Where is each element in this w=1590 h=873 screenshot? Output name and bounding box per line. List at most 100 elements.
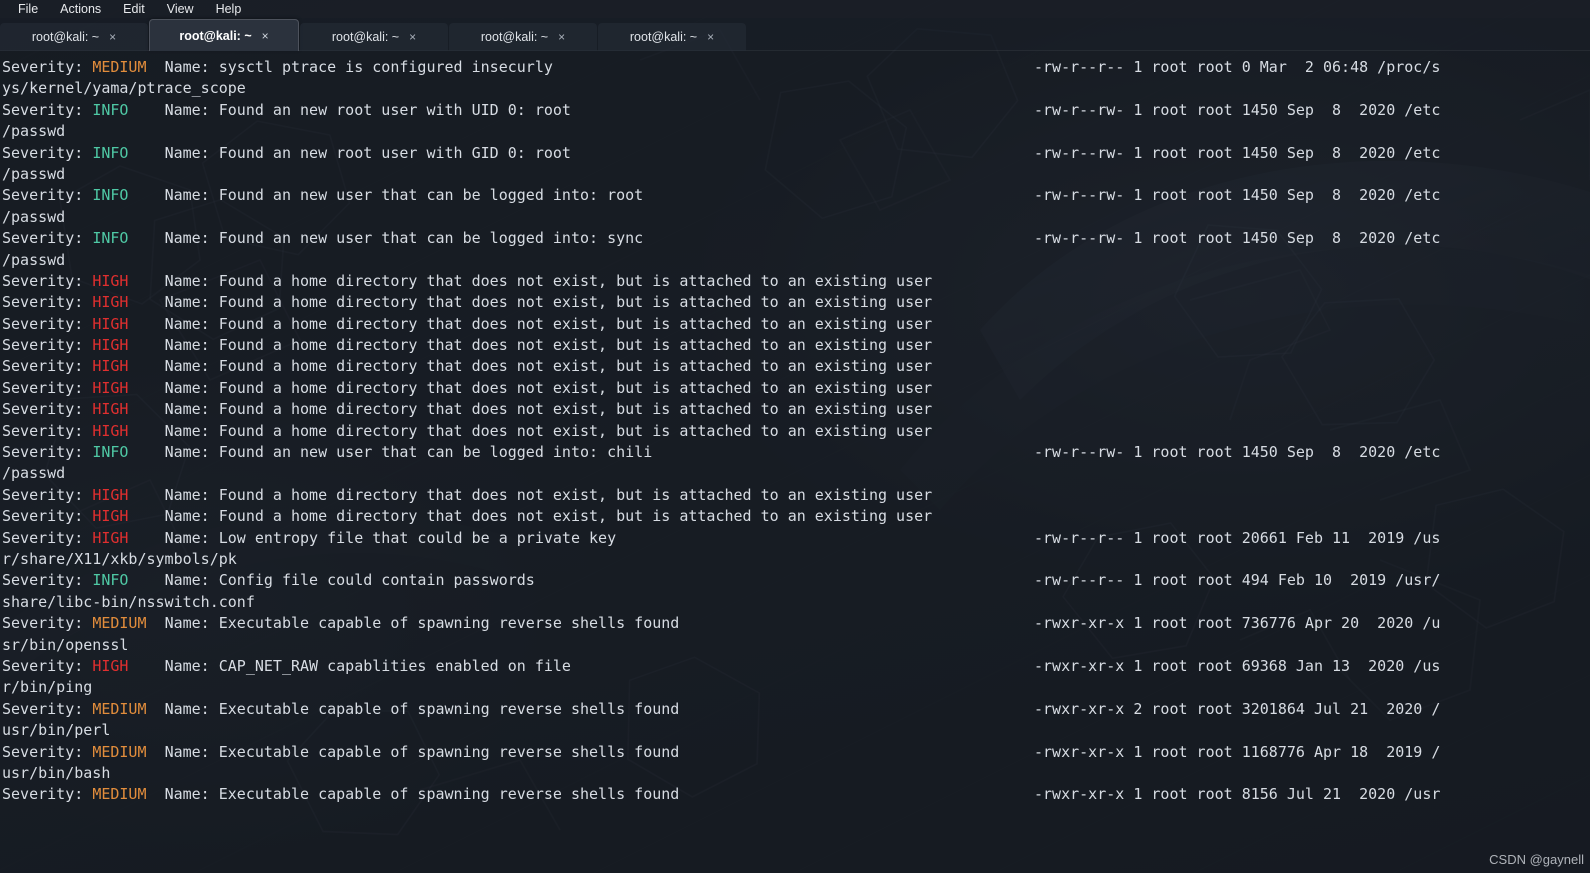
finding-name: Found an new user that can be logged int… (218, 186, 644, 205)
severity-value: HIGH (92, 656, 129, 675)
tab-label: root@kali: ~ (179, 28, 252, 43)
close-icon[interactable]: × (109, 31, 116, 43)
close-icon[interactable]: × (262, 30, 269, 42)
terminal-output[interactable]: Severity: MEDIUM Name: sysctl ptrace is … (0, 51, 1590, 873)
severity-value: INFO (92, 186, 129, 205)
finding-name: Found a home directory that does not exi… (218, 336, 933, 355)
name-label: Name: (164, 400, 219, 419)
terminal-line-finding: Severity: MEDIUM Name: sysctl ptrace is … (2, 57, 1590, 78)
severity-value: HIGH (92, 271, 129, 290)
severity-value: HIGH (92, 336, 129, 355)
severity-padding (128, 186, 164, 204)
menu-item-actions[interactable]: Actions (60, 0, 101, 18)
name-label: Name: (164, 336, 219, 355)
finding-name: Found an new user that can be logged int… (218, 443, 653, 462)
severity-padding (128, 293, 164, 311)
severity-label: Severity: (2, 571, 93, 590)
terminal-tab-1[interactable]: root@kali: ~ × (0, 23, 148, 51)
severity-padding (147, 614, 165, 632)
severity-label: Severity: (2, 699, 93, 718)
menu-item-view[interactable]: View (167, 0, 194, 18)
name-label: Name: (164, 571, 219, 590)
name-label: Name: (164, 614, 219, 633)
name-label: Name: (164, 293, 219, 312)
severity-padding (128, 315, 164, 333)
file-listing: -rw-r--rw- 1 root root 1450 Sep 8 2020 /… (1034, 443, 1441, 462)
menu-item-edit[interactable]: Edit (123, 0, 145, 18)
terminal-line-continuation: usr/bin/bash (2, 763, 1590, 784)
finding-name: Found a home directory that does not exi… (218, 378, 933, 397)
file-listing: -rw-r--rw- 1 root root 1450 Sep 8 2020 /… (1034, 143, 1441, 162)
severity-value: HIGH (92, 378, 129, 397)
terminal-tab-5[interactable]: root@kali: ~ × (598, 23, 746, 51)
continuation-text: /passwd (2, 207, 66, 226)
name-label: Name: (164, 58, 219, 76)
menu-item-file[interactable]: File (18, 0, 38, 18)
severity-value: HIGH (92, 357, 129, 376)
severity-value: HIGH (92, 400, 129, 419)
name-label: Name: (164, 186, 219, 205)
continuation-text: /passwd (2, 250, 66, 269)
file-listing: -rwxr-xr-x 1 root root 69368 Jan 13 2020… (1034, 656, 1441, 675)
severity-value: MEDIUM (92, 699, 147, 718)
close-icon[interactable]: × (409, 31, 416, 43)
finding-name: Executable capable of spawning reverse s… (218, 699, 680, 718)
name-label: Name: (164, 507, 219, 526)
continuation-text: ys/kernel/yama/ptrace_scope (2, 79, 246, 98)
name-label: Name: (164, 443, 219, 462)
name-label: Name: (164, 485, 219, 504)
severity-label: Severity: (2, 378, 93, 397)
name-label: Name: (164, 742, 219, 761)
file-listing: -rw-r--r-- 1 root root 0 Mar 2 06:48 /pr… (1034, 58, 1441, 76)
close-icon[interactable]: × (707, 31, 714, 43)
terminal-tab-4[interactable]: root@kali: ~ × (449, 23, 597, 51)
severity-label: Severity: (2, 314, 93, 333)
file-listing: -rw-r--rw- 1 root root 1450 Sep 8 2020 /… (1034, 186, 1441, 205)
terminal-line-finding: Severity: HIGH Name: Low entropy file th… (2, 528, 1590, 549)
severity-value: HIGH (92, 314, 129, 333)
close-icon[interactable]: × (558, 31, 565, 43)
severity-padding (128, 507, 164, 525)
terminal-line-finding: Severity: HIGH Name: CAP_NET_RAW capabli… (2, 656, 1590, 677)
severity-label: Severity: (2, 528, 93, 547)
severity-padding (128, 336, 164, 354)
terminal-line-finding: Severity: INFO Name: Found an new user t… (2, 228, 1590, 249)
terminal-line-continuation: /passwd (2, 121, 1590, 142)
name-label: Name: (164, 699, 219, 718)
terminal-tab-2[interactable]: root@kali: ~ × (149, 19, 299, 51)
terminal-line-continuation: r/share/X11/xkb/symbols/pk (2, 549, 1590, 570)
name-label: Name: (164, 528, 219, 547)
menu-item-help[interactable]: Help (216, 0, 242, 18)
name-label: Name: (164, 378, 219, 397)
severity-value: HIGH (92, 421, 129, 440)
terminal-tab-3[interactable]: root@kali: ~ × (300, 23, 448, 51)
severity-padding (147, 700, 165, 718)
severity-label: Severity: (2, 336, 93, 355)
continuation-text: /passwd (2, 122, 66, 141)
severity-label: Severity: (2, 656, 93, 675)
severity-label: Severity: (2, 742, 93, 761)
severity-label: Severity: (2, 293, 93, 312)
file-listing: -rw-r--r-- 1 root root 494 Feb 10 2019 /… (1034, 571, 1441, 590)
severity-padding (128, 357, 164, 375)
terminal-line-continuation: share/libc-bin/nsswitch.conf (2, 592, 1590, 613)
severity-value: HIGH (92, 485, 129, 504)
terminal-line-finding: Severity: MEDIUM Name: Executable capabl… (2, 742, 1590, 763)
finding-name: Executable capable of spawning reverse s… (218, 742, 680, 761)
terminal-line-continuation: /passwd (2, 250, 1590, 271)
severity-value: INFO (92, 100, 129, 119)
severity-padding (128, 571, 164, 589)
file-listing: -rwxr-xr-x 1 root root 8156 Jul 21 2020 … (1034, 785, 1441, 804)
severity-padding (128, 101, 164, 119)
severity-label: Severity: (2, 443, 93, 462)
name-label: Name: (164, 229, 219, 248)
severity-label: Severity: (2, 421, 93, 440)
terminal-line-finding: Severity: INFO Name: Found an new root u… (2, 100, 1590, 121)
severity-value: INFO (92, 443, 129, 462)
severity-value: INFO (92, 229, 129, 248)
terminal-line-finding: Severity: HIGH Name: Found a home direct… (2, 485, 1590, 506)
terminal-line-finding: Severity: HIGH Name: Found a home direct… (2, 399, 1590, 420)
terminal-line-continuation: ys/kernel/yama/ptrace_scope (2, 78, 1590, 99)
terminal-line-continuation: r/bin/ping (2, 677, 1590, 698)
severity-label: Severity: (2, 614, 93, 633)
